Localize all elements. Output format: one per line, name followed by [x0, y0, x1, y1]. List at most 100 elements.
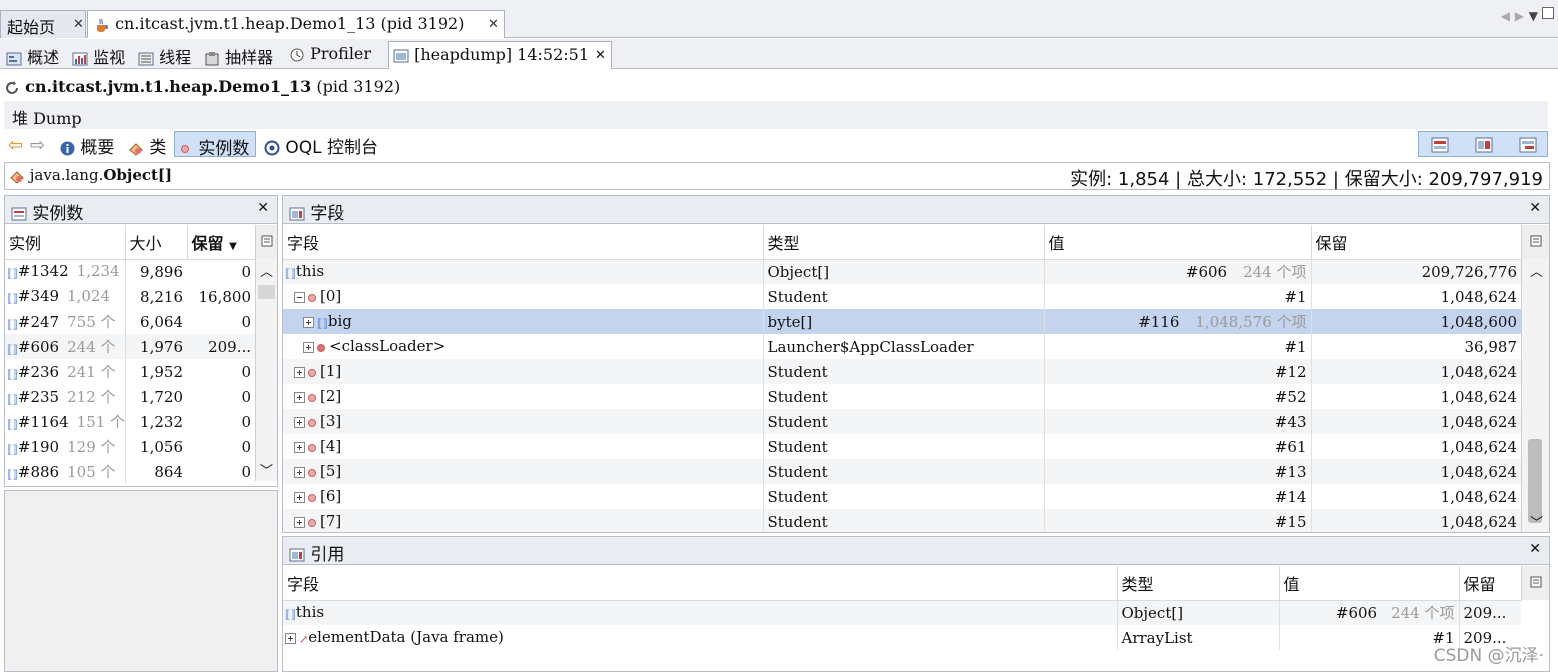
table-row[interactable]: ⟦⟧#190 129 个 1,056 0: [5, 434, 255, 459]
tab-list-dropdown-icon[interactable]: ▼: [1529, 9, 1538, 23]
process-class-name: cn.itcast.jvm.t1.heap.Demo1_13: [25, 77, 312, 96]
expand-icon[interactable]: [294, 391, 305, 403]
tab-sampler[interactable]: 抽样器: [200, 41, 277, 69]
tab-demo-process[interactable]: cn.itcast.jvm.t1.heap.Demo1_13 (pid 3192…: [87, 10, 505, 38]
table-row[interactable]: <classLoader> Launcher$AppClassLoader #1 36…: [283, 334, 1521, 359]
scroll-tabs-left-icon[interactable]: ◀: [1501, 9, 1510, 23]
expand-icon[interactable]: [294, 366, 305, 378]
table-row[interactable]: ⟦⟧#1164 151 个 1,232 0: [5, 409, 255, 434]
close-icon[interactable]: ✕: [488, 17, 499, 32]
column-header-value[interactable]: 值: [1279, 566, 1460, 601]
expand-icon[interactable]: [294, 491, 305, 503]
tab-start-page[interactable]: 起始页 ✕: [0, 10, 86, 38]
table-row[interactable]: ⟦⟧#886 105 个 864 0: [5, 459, 255, 484]
classes-button[interactable]: 类: [128, 133, 166, 158]
tab-threads[interactable]: 线程: [134, 41, 195, 69]
column-header-type[interactable]: 类型: [763, 225, 1045, 260]
scroll-up-icon[interactable]: ︿: [1530, 261, 1543, 280]
table-row[interactable]: [5] Student #13 1,048,624: [283, 459, 1521, 484]
forward-arrow-icon[interactable]: ⇨: [30, 135, 45, 156]
tab-heapdump[interactable]: [heapdump] 14:52:51 ✕: [388, 41, 612, 69]
collapse-icon[interactable]: [294, 291, 305, 303]
table-row[interactable]: ⟦⟧#606 244 个 1,976 209...: [5, 334, 255, 359]
column-header-field[interactable]: 字段: [283, 225, 764, 260]
instance-ref-icon: ⟦⟧: [7, 267, 18, 281]
table-row[interactable]: ↗elementData (Java frame) ArrayList #1 209.…: [283, 625, 1521, 650]
expand-icon[interactable]: [303, 316, 314, 328]
expand-icon[interactable]: [294, 466, 305, 478]
close-icon[interactable]: ✕: [1529, 200, 1541, 216]
table-row[interactable]: ⟦⟧this Object[] #606 244 个项 209...: [283, 600, 1521, 625]
table-row[interactable]: ⟦⟧#236 241 个 1,952 0: [5, 359, 255, 384]
instance-cell: ⟦⟧#236 241 个: [5, 359, 125, 384]
table-row[interactable]: ⟦⟧#247 755 个 6,064 0: [5, 309, 255, 334]
column-header-retained[interactable]: 保留: [1311, 225, 1522, 260]
array-icon: ⟦⟧: [317, 317, 328, 330]
references-panel-icon: [289, 548, 305, 562]
close-icon[interactable]: ✕: [73, 17, 84, 32]
scroll-up-icon[interactable]: ︿: [260, 261, 273, 280]
layout-split-icon[interactable]: [1475, 136, 1493, 154]
tab-overview[interactable]: 概述: [2, 41, 63, 69]
table-row[interactable]: [1] Student #12 1,048,624: [283, 359, 1521, 384]
column-header-value[interactable]: 值: [1044, 225, 1312, 260]
scroll-thumb[interactable]: [258, 285, 275, 299]
expand-icon[interactable]: [294, 516, 305, 528]
field-value: #1: [1284, 287, 1307, 306]
layout-tree-icon[interactable]: [1519, 136, 1537, 154]
instances-scrollbar[interactable]: ︿ ﹀: [255, 259, 277, 481]
watermark: CSDN @沉泽·: [1433, 646, 1544, 666]
table-row[interactable]: [4] Student #61 1,048,624: [283, 434, 1521, 459]
fields-scrollbar[interactable]: ︿ ﹀: [1521, 259, 1549, 532]
table-row[interactable]: [0] Student #1 1,048,624: [283, 284, 1521, 309]
field-retained: 1,048,624: [1310, 284, 1521, 309]
table-row[interactable]: ⟦⟧this Object[] #606 244 个项 209,726,776: [283, 259, 1521, 284]
back-arrow-icon[interactable]: ⇦: [8, 135, 23, 156]
column-header-size[interactable]: 大小: [125, 225, 188, 260]
expand-icon[interactable]: [285, 632, 296, 644]
expand-icon[interactable]: [294, 416, 305, 428]
close-icon[interactable]: ✕: [257, 200, 269, 216]
fields-panel-icon: [289, 207, 305, 221]
table-row[interactable]: [6] Student #14 1,048,624: [283, 484, 1521, 509]
expand-icon[interactable]: [294, 441, 305, 453]
field-value-cell: #606 244 个项: [1043, 259, 1311, 284]
instances-panel-icon: [11, 207, 27, 221]
scroll-thumb[interactable]: [1528, 439, 1542, 523]
tab-profiler[interactable]: Profiler: [285, 41, 375, 69]
tab-threads-label: 线程: [159, 48, 192, 67]
refresh-icon[interactable]: [4, 80, 20, 96]
table-row[interactable]: ⟦⟧#1342 1,234 9,896 0: [5, 259, 255, 284]
column-header-type[interactable]: 类型: [1117, 566, 1280, 601]
expand-icon[interactable]: [303, 341, 314, 353]
table-row[interactable]: ⟦⟧big byte[] #116 1,048,576 个项 1,048,600: [283, 309, 1521, 334]
tab-demo-label: cn.itcast.jvm.t1.heap.Demo1_13 (pid 3192…: [115, 14, 465, 33]
column-header-retained[interactable]: 保留: [1459, 566, 1522, 601]
column-header-instance[interactable]: 实例: [5, 225, 126, 260]
tab-monitor[interactable]: 监视: [68, 41, 129, 69]
sampler-icon: [205, 51, 219, 65]
column-header-field[interactable]: 字段: [283, 566, 1118, 601]
oql-console-button[interactable]: OQL 控制台: [264, 133, 378, 158]
table-row[interactable]: ⟦⟧#349 1,024 8,216 16,800: [5, 284, 255, 309]
table-row[interactable]: [7] Student #15 1,048,624: [283, 509, 1521, 532]
table-row[interactable]: [3] Student #43 1,048,624: [283, 409, 1521, 434]
table-row[interactable]: ⟦⟧#235 212 个 1,720 0: [5, 384, 255, 409]
close-icon[interactable]: ✕: [595, 48, 606, 63]
scroll-tabs-right-icon[interactable]: ▶: [1515, 9, 1524, 23]
maximize-icon[interactable]: [1542, 7, 1554, 19]
table-row[interactable]: [2] Student #52 1,048,624: [283, 384, 1521, 409]
scroll-down-icon[interactable]: ﹀: [1530, 512, 1543, 531]
close-icon[interactable]: ✕: [1529, 541, 1541, 557]
ref-type: ArrayList: [1116, 625, 1279, 650]
column-chooser-button[interactable]: [255, 225, 277, 259]
instances-button[interactable]: 实例数: [174, 131, 257, 159]
column-chooser-button[interactable]: [1521, 566, 1549, 600]
column-header-retained[interactable]: 保留 ▼: [187, 225, 256, 260]
scroll-down-icon[interactable]: ﹀: [260, 460, 273, 479]
tab-sampler-label: 抽样器: [225, 48, 274, 67]
summary-button[interactable]: 概要: [60, 133, 114, 158]
column-chooser-button[interactable]: [1521, 225, 1549, 259]
instance-cell: ⟦⟧#247 755 个: [5, 309, 125, 334]
layout-single-icon[interactable]: [1431, 136, 1449, 154]
